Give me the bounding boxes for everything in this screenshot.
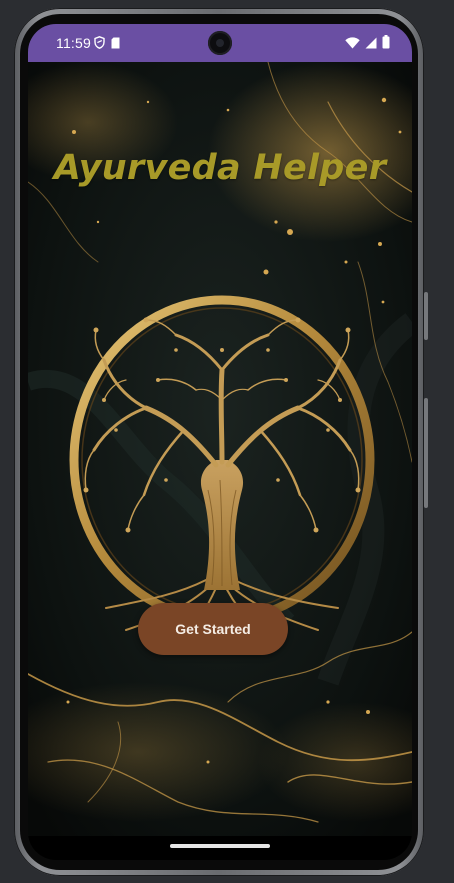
wifi-icon [345, 36, 360, 54]
status-bar: 11:59 [28, 24, 412, 62]
shield-icon [94, 36, 105, 54]
cell-signal-icon [365, 36, 377, 54]
tree-of-life-icon [69, 295, 375, 639]
status-time: 11:59 [56, 35, 91, 51]
status-left-icons [94, 36, 120, 54]
device-stage: 11:59 Ayurveda Helper Get Started [0, 0, 454, 883]
front-camera [208, 31, 232, 55]
app-title: Ayurveda Helper [53, 148, 387, 188]
battery-icon [382, 35, 390, 54]
power-button [424, 398, 428, 508]
status-right-icons [345, 35, 390, 54]
home-indicator[interactable] [170, 844, 270, 848]
get-started-button[interactable]: Get Started [138, 603, 288, 655]
phone-screen: 11:59 Ayurveda Helper Get Started [28, 24, 412, 860]
sim-card-icon [111, 36, 120, 54]
volume-button [424, 292, 428, 340]
navigation-bar [28, 836, 412, 860]
app-splash-screen: Ayurveda Helper Get Started [28, 62, 412, 836]
